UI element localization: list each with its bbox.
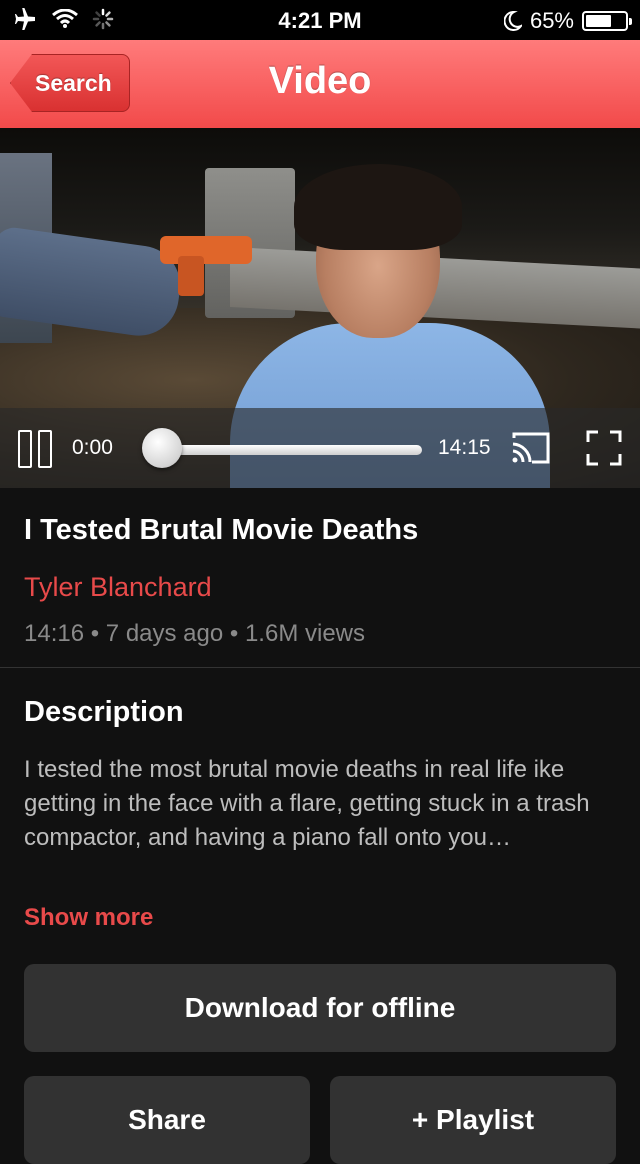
- video-frame-flare-gun: [160, 236, 252, 264]
- page-title: Video: [268, 60, 372, 102]
- seek-thumb[interactable]: [142, 428, 182, 468]
- add-to-playlist-button[interactable]: + Playlist: [330, 1076, 616, 1164]
- divider: [0, 667, 640, 668]
- battery-icon: [582, 11, 632, 31]
- description-text: I tested the most brutal movie deaths in…: [24, 756, 590, 851]
- current-time: 0:00: [72, 436, 113, 459]
- battery-fill: [586, 15, 611, 27]
- player-controls: 0:00 14:15: [0, 408, 640, 488]
- battery-nub: [629, 18, 632, 25]
- cast-icon[interactable]: [510, 430, 552, 466]
- video-player[interactable]: 0:00 14:15: [0, 128, 640, 488]
- channel-link[interactable]: Tyler Blanchard: [24, 572, 212, 603]
- description-heading: Description: [24, 696, 184, 728]
- share-button[interactable]: Share: [24, 1076, 310, 1164]
- duration: 14:15: [438, 436, 491, 459]
- battery-percent: 65%: [529, 8, 574, 33]
- video-frame-flare-gun-grip: [178, 256, 204, 296]
- navigation-bar: Search Video: [0, 40, 640, 129]
- status-right: 65%: [503, 8, 632, 34]
- status-bar: 4:21 PM 65%: [0, 0, 640, 40]
- video-frame-person-hair: [294, 164, 462, 250]
- video-meta: 14:16 • 7 days ago • 1.6M views: [24, 620, 365, 647]
- video-title: I Tested Brutal Movie Deaths: [24, 514, 419, 546]
- moon-icon: [503, 11, 522, 31]
- fullscreen-icon[interactable]: [586, 430, 622, 466]
- download-button[interactable]: Download for offline: [24, 964, 616, 1052]
- show-more-link[interactable]: Show more: [24, 904, 153, 932]
- pause-icon[interactable]: [18, 430, 54, 468]
- seek-bar[interactable]: [150, 445, 422, 455]
